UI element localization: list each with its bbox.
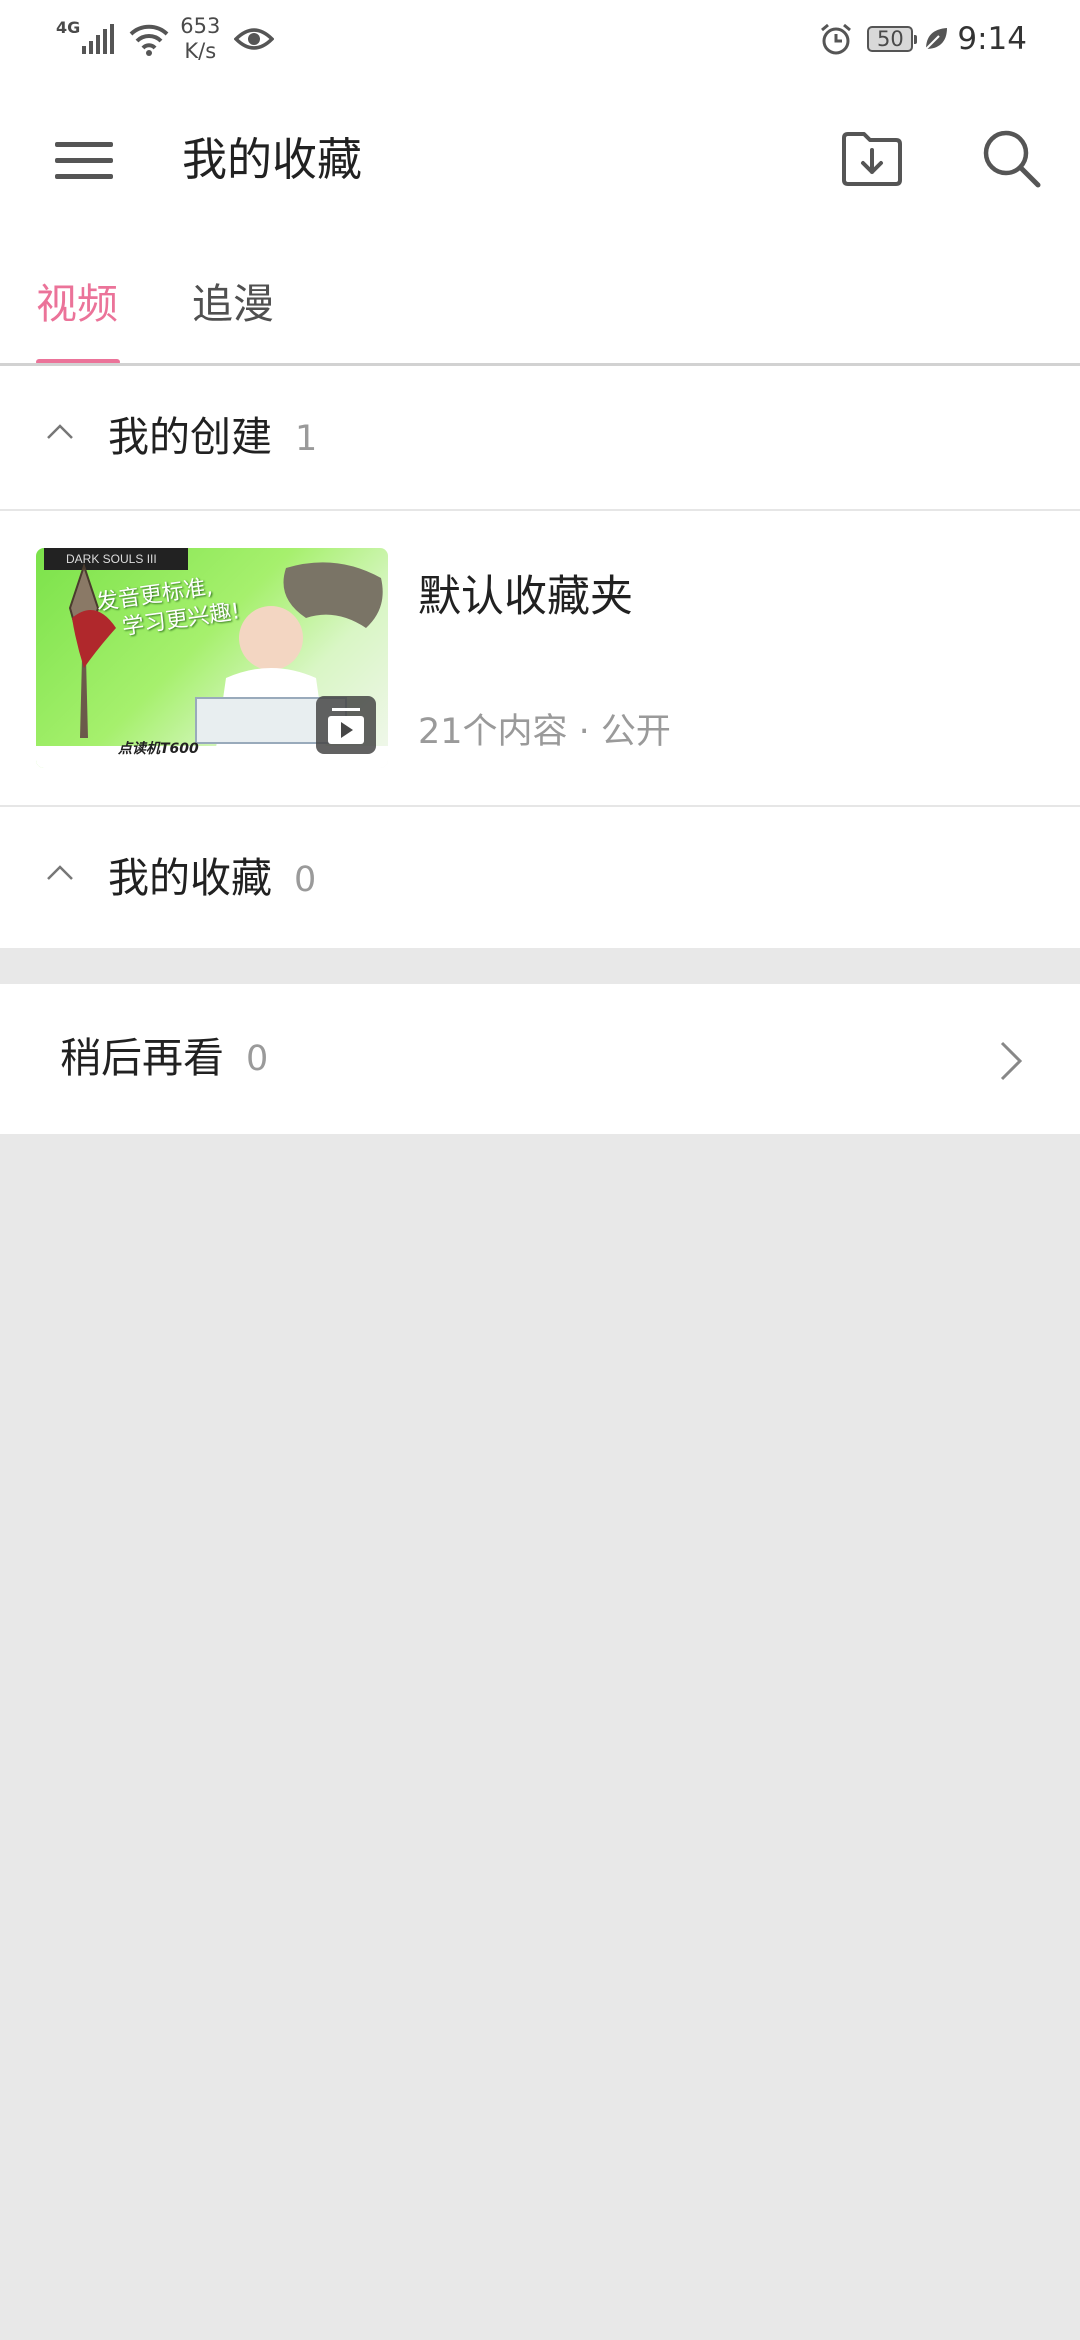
folder-thumbnail[interactable]: DARK SOULS III 发音更标准, 学习更兴趣! 点读机T600	[36, 548, 388, 768]
signal-icon	[82, 24, 115, 54]
page-title: 我的收藏	[182, 133, 363, 186]
section-count: 1	[295, 419, 318, 459]
play-icon	[328, 708, 364, 744]
section-header-collected[interactable]: 我的收藏 0	[0, 807, 1080, 948]
network-type: 4G	[56, 17, 81, 37]
app-bar: 我的收藏	[0, 100, 1080, 220]
alarm-icon	[821, 23, 852, 55]
tab-manga[interactable]: 追漫	[192, 276, 274, 332]
status-bar: 4G 653 K/s 50 9:14	[0, 0, 1080, 75]
wifi-icon	[129, 24, 169, 56]
status-left: 4G 653 K/s	[56, 14, 275, 64]
leaf-icon	[925, 28, 948, 50]
menu-icon[interactable]	[55, 138, 113, 182]
section-header-created[interactable]: 我的创建 1	[0, 366, 1080, 511]
folder-meta: 21个内容 · 公开	[418, 712, 671, 752]
folder-name: 默认收藏夹	[418, 572, 633, 622]
section-title: 我的收藏	[108, 854, 272, 902]
status-right: 50 9:14	[819, 14, 1027, 64]
folder-download-icon[interactable]	[840, 128, 904, 188]
battery-indicator: 50	[867, 26, 918, 52]
section-title: 我的创建	[108, 413, 272, 461]
section-gap	[0, 952, 1080, 984]
play-badge	[316, 696, 376, 754]
eye-icon	[234, 28, 275, 50]
tab-bar: 视频 追漫	[0, 262, 1080, 365]
speed-unit: K/s	[184, 39, 217, 63]
search-icon[interactable]	[980, 127, 1042, 189]
section-count: 0	[294, 860, 317, 900]
watch-later-row[interactable]: 稍后再看 0	[0, 984, 1080, 1134]
network-speed: 653 K/s	[180, 14, 220, 64]
speed-value: 653	[180, 14, 221, 38]
chevron-right-icon	[1000, 1041, 1023, 1081]
caret-up-icon	[47, 424, 73, 439]
watch-later-title: 稍后再看	[60, 1034, 224, 1082]
clock: 9:14	[957, 21, 1027, 57]
caret-up-icon	[47, 865, 73, 880]
product-label: 点读机T600	[118, 741, 199, 757]
watch-later-count: 0	[246, 1039, 269, 1079]
tab-video[interactable]: 视频	[36, 276, 118, 332]
